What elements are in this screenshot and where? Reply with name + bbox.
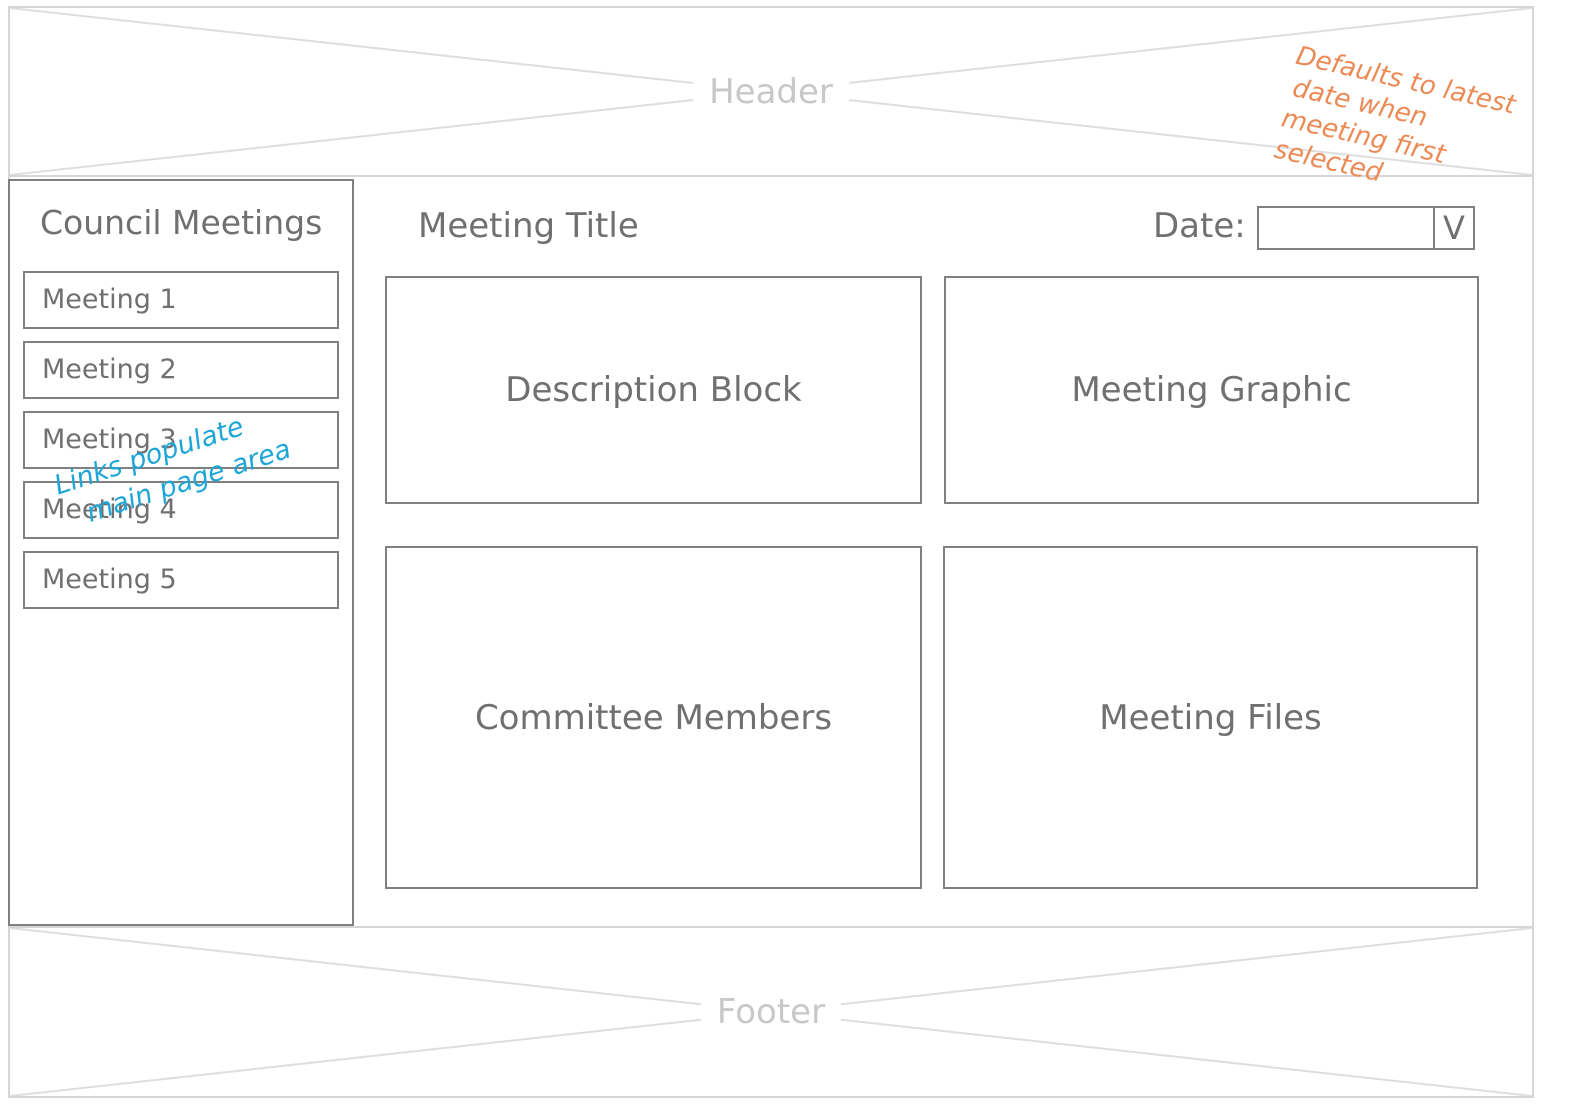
sidebar: Council Meetings Meeting 1 Meeting 2 Mee… [8,179,354,926]
dropdown-toggle-icon[interactable]: V [1433,208,1473,248]
meeting-title: Meeting Title [418,206,639,246]
header-label: Header [693,71,849,112]
date-label: Date: [1153,206,1246,246]
meeting-graphic-block: Meeting Graphic [944,276,1479,504]
meeting-files-label: Meeting Files [1099,697,1322,738]
description-block: Description Block [385,276,922,504]
meeting-files-block: Meeting Files [943,546,1478,889]
committee-members-block: Committee Members [385,546,922,889]
sidebar-item-meeting-5[interactable]: Meeting 5 [23,551,339,609]
sidebar-title: Council Meetings [40,203,323,242]
footer-placeholder: Footer [8,926,1534,1098]
meeting-graphic-label: Meeting Graphic [1071,370,1352,410]
footer-label: Footer [700,992,842,1032]
description-block-label: Description Block [505,370,802,410]
date-select[interactable]: V [1257,206,1475,250]
sidebar-item-meeting-1[interactable]: Meeting 1 [23,271,339,329]
committee-members-label: Committee Members [474,697,833,738]
wireframe-page: Header Council Meetings Meeting 1 Meetin… [0,0,1583,1113]
